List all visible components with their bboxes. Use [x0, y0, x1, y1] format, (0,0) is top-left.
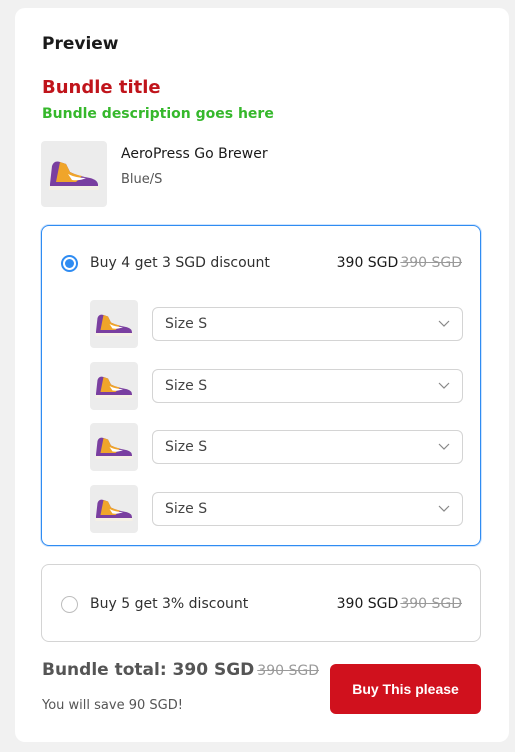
chevron-down-icon — [438, 320, 450, 327]
variant-row: Size S — [90, 361, 480, 410]
main-product: AeroPress Go Brewer Blue/S — [41, 141, 268, 207]
variant-image — [90, 361, 138, 410]
variant-select[interactable]: Size S — [152, 430, 463, 464]
product-name: AeroPress Go Brewer — [121, 146, 268, 162]
variant-select[interactable]: Size S — [152, 368, 463, 403]
bundle-option-2[interactable]: Buy 5 get 3% discount 390 SGD 390 SGD — [41, 564, 481, 642]
option-1-radio[interactable] — [61, 254, 78, 272]
variant-select[interactable]: Size S — [152, 307, 463, 341]
buy-button[interactable]: Buy This please — [330, 664, 481, 714]
bundle-description: Bundle description goes here — [42, 106, 274, 122]
sneaker-icon — [95, 499, 133, 521]
option-2-price: 390 SGD 390 SGD — [336, 596, 462, 612]
option-2-radio[interactable] — [61, 595, 78, 613]
variant-row: Size S — [90, 300, 480, 348]
option-2-compare-price: 390 SGD — [400, 596, 462, 612]
savings-text: You will save 90 SGD! — [42, 698, 183, 713]
bundle-title: Bundle title — [42, 77, 161, 98]
variant-row: Size S — [90, 484, 480, 533]
variant-image — [90, 423, 138, 471]
variant-image — [90, 300, 138, 348]
variant-select[interactable]: Size S — [152, 491, 463, 526]
option-2-label: Buy 5 get 3% discount — [90, 596, 249, 612]
product-image — [41, 141, 107, 207]
sneaker-icon — [95, 376, 133, 398]
sneaker-icon — [95, 314, 133, 336]
sneaker-icon — [95, 437, 133, 459]
chevron-down-icon — [438, 382, 450, 389]
variant-row: Size S — [90, 423, 480, 471]
product-variant: Blue/S — [121, 172, 163, 187]
chevron-down-icon — [438, 443, 450, 450]
variant-image — [90, 484, 138, 533]
option-1-price: 390 SGD 390 SGD — [336, 255, 462, 271]
bundle-total: Bundle total: 390 SGD 390 SGD — [42, 660, 319, 680]
option-1-label: Buy 4 get 3 SGD discount — [90, 255, 270, 271]
chevron-down-icon — [438, 505, 450, 512]
preview-heading: Preview — [42, 34, 119, 54]
sneaker-icon — [49, 161, 99, 190]
bundle-preview-card: Preview Bundle title Bundle description … — [15, 8, 509, 742]
option-1-compare-price: 390 SGD — [400, 255, 462, 271]
bundle-option-1[interactable]: Buy 4 get 3 SGD discount 390 SGD 390 SGD … — [41, 225, 481, 546]
bundle-total-compare: 390 SGD — [257, 663, 319, 679]
